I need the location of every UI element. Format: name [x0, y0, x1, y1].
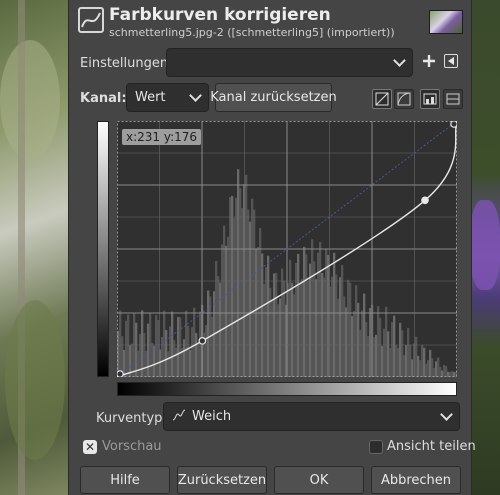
- split-view-label[interactable]: Ansicht teilen: [387, 439, 476, 454]
- linear-histogram-icon[interactable]: [372, 89, 392, 109]
- output-gradient-bar: [97, 121, 109, 377]
- channel-label: Kanal:: [80, 91, 127, 106]
- image-canvas-left: [0, 0, 72, 495]
- split-view-checkbox[interactable]: [369, 440, 383, 454]
- curve-type-label: Kurventyp:: [96, 411, 167, 426]
- dialog-title: Farbkurven korrigieren: [109, 5, 331, 25]
- chevron-down-icon: [440, 407, 453, 421]
- chevron-down-icon: [189, 88, 202, 102]
- cancel-button[interactable]: Abbrechen: [371, 466, 461, 494]
- arrow-left-icon[interactable]: [444, 54, 458, 68]
- curve-editor[interactable]: x:231 y:176: [117, 121, 457, 377]
- settings-label: Einstellungen:: [80, 56, 173, 71]
- channel-combo[interactable]: Wert: [126, 83, 209, 112]
- curves-icon: [78, 7, 104, 33]
- leaf-shape: [5, 300, 65, 460]
- curve-type-value: Weich: [192, 409, 232, 424]
- help-button[interactable]: Hilfe: [80, 466, 170, 494]
- preview-checkbox[interactable]: ✕: [83, 440, 97, 454]
- settings-combo[interactable]: [166, 48, 413, 77]
- preview-label[interactable]: Vorschau: [102, 439, 162, 454]
- log-histogram-icon[interactable]: [394, 89, 414, 109]
- curve-mode-icon[interactable]: [420, 89, 440, 109]
- curve-control-point[interactable]: [117, 370, 124, 377]
- image-thumbnail: [429, 10, 463, 34]
- curve-control-point[interactable]: [198, 337, 207, 345]
- curve-control-point[interactable]: [450, 121, 457, 128]
- flower-shape: [470, 200, 500, 290]
- ok-button[interactable]: OK: [274, 466, 364, 494]
- chevron-down-icon: [393, 53, 406, 67]
- smooth-curve-icon: [172, 409, 186, 425]
- reset-channel-button[interactable]: Kanal zurücksetzen: [210, 83, 337, 112]
- curve-type-combo[interactable]: Weich: [163, 402, 460, 431]
- plus-icon[interactable]: [421, 53, 437, 69]
- curve-graph[interactable]: [117, 121, 457, 377]
- input-gradient-bar: [117, 382, 457, 396]
- leaf-shape: [0, 40, 60, 160]
- dialog-subtitle: schmetterling5.jpg-2 ([schmetterling5] (…: [109, 26, 395, 39]
- image-canvas-right: [468, 0, 500, 495]
- curve-control-point[interactable]: [421, 196, 429, 205]
- freehand-mode-icon[interactable]: [443, 89, 463, 109]
- channel-value: Wert: [135, 90, 166, 105]
- coordinate-readout: x:231 y:176: [122, 129, 202, 145]
- curves-dialog: Farbkurven korrigieren schmetterling5.jp…: [68, 0, 476, 495]
- reset-button[interactable]: Zurücksetzen: [177, 466, 267, 494]
